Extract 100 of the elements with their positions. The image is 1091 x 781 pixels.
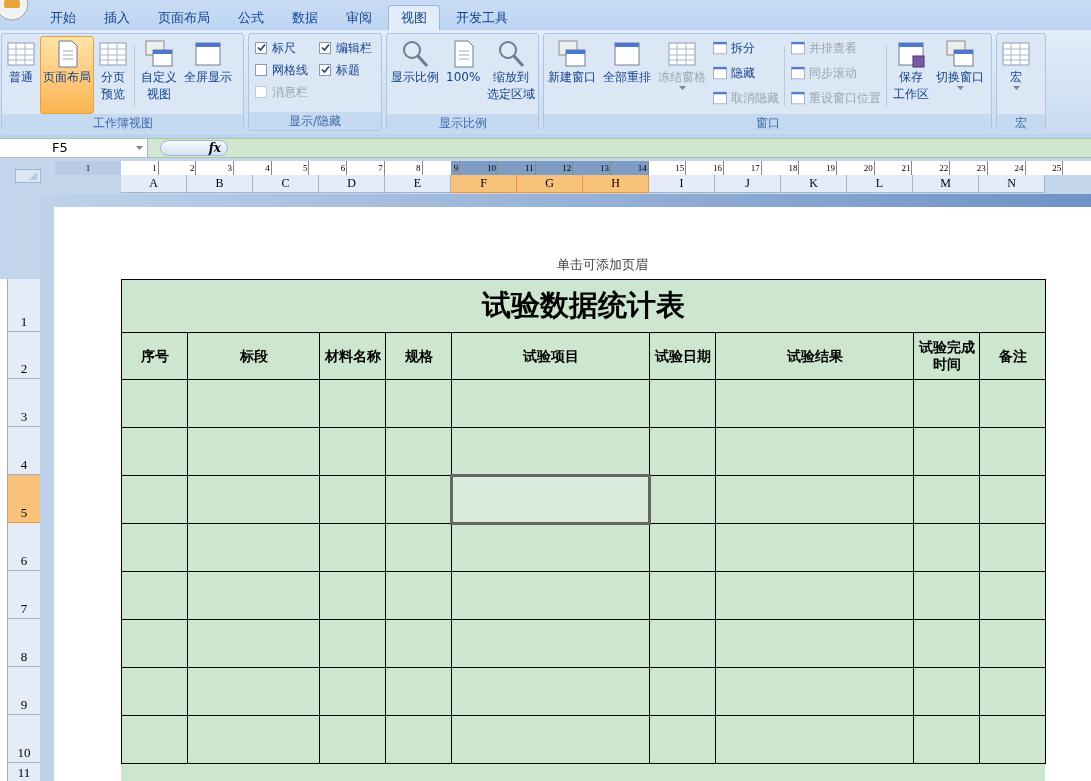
- table-cell[interactable]: [913, 667, 980, 716]
- table-cell[interactable]: [715, 571, 914, 620]
- table-cell[interactable]: [979, 523, 1046, 572]
- column-header[interactable]: M: [913, 175, 979, 193]
- column-header[interactable]: A: [121, 175, 187, 193]
- table-cell[interactable]: [913, 523, 980, 572]
- table-cell[interactable]: [451, 715, 650, 764]
- table-cell[interactable]: [451, 571, 650, 620]
- table-cell[interactable]: [319, 379, 386, 428]
- ribbon-button[interactable]: 缩放到 选定区域: [484, 36, 539, 114]
- table-cell[interactable]: [913, 475, 980, 524]
- table-cell[interactable]: [649, 715, 716, 764]
- row-header[interactable]: 8: [8, 619, 40, 667]
- column-header[interactable]: G: [517, 175, 583, 193]
- table-cell[interactable]: [385, 667, 452, 716]
- ribbon-tab[interactable]: 数据: [280, 5, 330, 30]
- table-cell[interactable]: [979, 571, 1046, 620]
- checkbox-label[interactable]: 编辑栏: [336, 39, 372, 56]
- row-header[interactable]: 10: [8, 715, 40, 763]
- table-cell[interactable]: [451, 475, 650, 524]
- table-cell[interactable]: [187, 715, 320, 764]
- table-cell[interactable]: [913, 619, 980, 668]
- table-cell[interactable]: [385, 379, 452, 428]
- table-cell[interactable]: [979, 667, 1046, 716]
- ribbon-button[interactable]: 全屏显示: [181, 36, 235, 114]
- table-cell[interactable]: [979, 715, 1046, 764]
- column-header[interactable]: J: [715, 175, 781, 193]
- checkbox-label[interactable]: 标题: [336, 61, 360, 78]
- checkbox[interactable]: [255, 41, 267, 54]
- checkbox[interactable]: [255, 63, 267, 76]
- table-cell[interactable]: [187, 571, 320, 620]
- table-cell[interactable]: [385, 715, 452, 764]
- table-cell[interactable]: [319, 667, 386, 716]
- table-cell[interactable]: [385, 427, 452, 476]
- table-cell[interactable]: [913, 571, 980, 620]
- table-cell[interactable]: [715, 619, 914, 668]
- table-cell[interactable]: [385, 571, 452, 620]
- ribbon-tab[interactable]: 页面布局: [146, 5, 222, 30]
- table-cell[interactable]: [187, 379, 320, 428]
- table-cell[interactable]: [979, 619, 1046, 668]
- row-header[interactable]: 4: [8, 427, 40, 475]
- table-cell[interactable]: [121, 715, 188, 764]
- table-cell[interactable]: [385, 619, 452, 668]
- table-cell[interactable]: [913, 379, 980, 428]
- table-cell[interactable]: [649, 475, 716, 524]
- ribbon-button[interactable]: 自定义 视图: [138, 36, 180, 114]
- table-cell[interactable]: [451, 379, 650, 428]
- column-header[interactable]: L: [847, 175, 913, 193]
- table-cell[interactable]: [715, 379, 914, 428]
- ribbon-button[interactable]: 拆分: [712, 37, 779, 59]
- table-cell[interactable]: [121, 379, 188, 428]
- table-cell[interactable]: [319, 427, 386, 476]
- ribbon-button[interactable]: 普通: [3, 36, 39, 114]
- table-cell[interactable]: [649, 427, 716, 476]
- checkbox[interactable]: [319, 41, 331, 54]
- ribbon-button[interactable]: 页面布局: [40, 36, 94, 114]
- table-cell[interactable]: [979, 475, 1046, 524]
- table-cell[interactable]: [913, 427, 980, 476]
- table-cell[interactable]: [319, 475, 386, 524]
- column-header[interactable]: F: [451, 175, 517, 193]
- table-cell[interactable]: [385, 523, 452, 572]
- table-cell[interactable]: [319, 571, 386, 620]
- table-cell[interactable]: [319, 523, 386, 572]
- table-cell[interactable]: [319, 715, 386, 764]
- table-cell[interactable]: [121, 619, 188, 668]
- table-cell[interactable]: [187, 523, 320, 572]
- table-cell[interactable]: [979, 379, 1046, 428]
- table-cell[interactable]: [979, 427, 1046, 476]
- checkbox[interactable]: [319, 63, 331, 76]
- table-cell[interactable]: [121, 523, 188, 572]
- ribbon-button[interactable]: 全部重排: [600, 36, 654, 114]
- table-cell[interactable]: [649, 379, 716, 428]
- ribbon-tab[interactable]: 视图: [388, 5, 440, 30]
- table-cell[interactable]: [451, 523, 650, 572]
- column-header[interactable]: C: [253, 175, 319, 193]
- table-cell[interactable]: [121, 427, 188, 476]
- table-cell[interactable]: [649, 667, 716, 716]
- column-header[interactable]: K: [781, 175, 847, 193]
- ribbon-button[interactable]: 100%: [443, 36, 484, 114]
- table-cell[interactable]: [451, 619, 650, 668]
- ribbon-button[interactable]: 分页 预览: [95, 36, 131, 114]
- row-header[interactable]: 6: [8, 523, 40, 571]
- table-cell[interactable]: [187, 667, 320, 716]
- row-header[interactable]: 9: [8, 667, 40, 715]
- ribbon-button[interactable]: 切换窗口: [933, 36, 987, 114]
- table-cell[interactable]: [187, 619, 320, 668]
- column-header[interactable]: H: [583, 175, 649, 193]
- ribbon-button[interactable]: 新建窗口: [545, 36, 599, 114]
- ribbon-tab[interactable]: 公式: [226, 5, 276, 30]
- function-button[interactable]: fx: [160, 140, 228, 156]
- table-cell[interactable]: [121, 667, 188, 716]
- column-header[interactable]: I: [649, 175, 715, 193]
- row-header[interactable]: 11: [8, 763, 40, 781]
- column-header[interactable]: N: [979, 175, 1045, 193]
- row-header[interactable]: 7: [8, 571, 40, 619]
- table-cell[interactable]: [187, 475, 320, 524]
- page-header-hint[interactable]: 单击可添加页眉: [557, 254, 648, 274]
- table-cell[interactable]: [121, 571, 188, 620]
- table-cell[interactable]: [715, 715, 914, 764]
- ribbon-button[interactable]: 显示比例: [388, 36, 442, 114]
